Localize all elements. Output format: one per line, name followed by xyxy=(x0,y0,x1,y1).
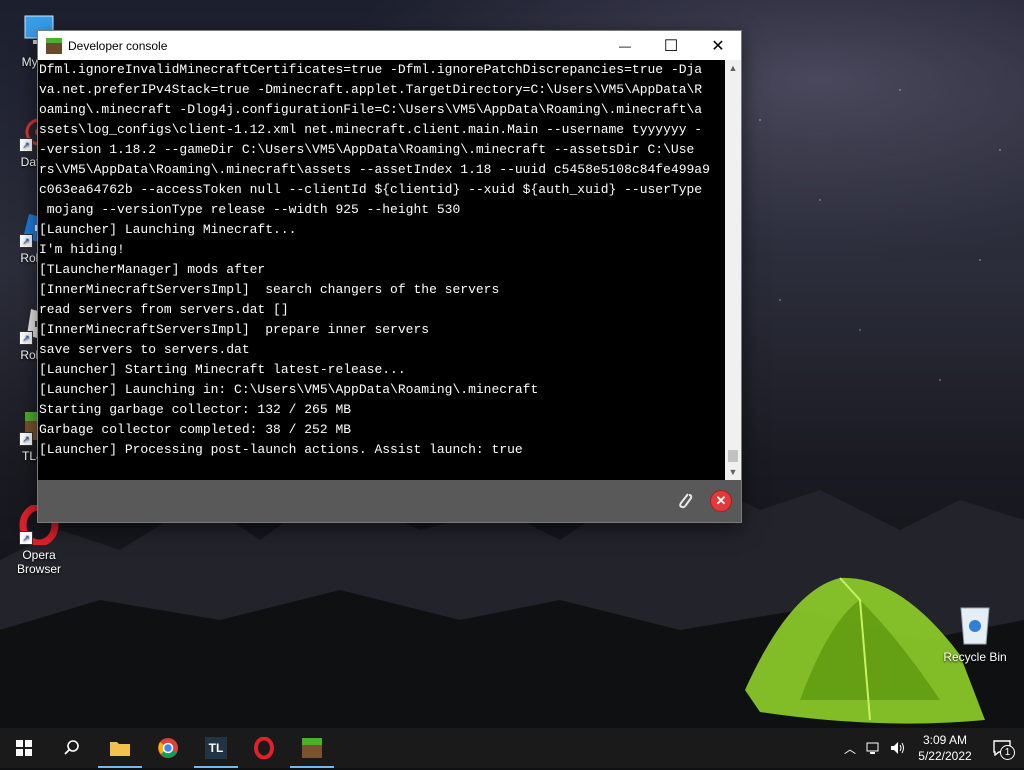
console-line: [Launcher] Starting Minecraft latest-rel… xyxy=(39,362,406,377)
shortcut-arrow-icon: ↗ xyxy=(19,234,33,248)
shortcut-arrow-icon: ↗ xyxy=(19,531,33,545)
taskbar-clock[interactable]: 3:09 AM 5/22/2022 xyxy=(910,732,980,764)
recycle-bin-label: Recycle Bin xyxy=(943,650,1007,664)
taskbar-opera[interactable] xyxy=(240,728,288,768)
clock-time: 3:09 AM xyxy=(922,733,968,747)
console-line: [TLauncherManager] mods after xyxy=(39,262,266,277)
shortcut-arrow-icon: ↗ xyxy=(19,331,33,345)
system-tray: ︿ 3:09 AM 5/22/2022 1 xyxy=(838,728,1024,768)
taskbar-tlauncher[interactable]: TL xyxy=(192,728,240,768)
maximize-button[interactable]: ☐ xyxy=(648,31,694,60)
console-line: va.net.preferIPv4Stack=true -Dminecraft.… xyxy=(39,82,703,97)
minecraft-grass-block-icon xyxy=(46,37,62,54)
close-button[interactable]: ✕ xyxy=(695,31,741,60)
search-icon xyxy=(64,740,79,755)
close-circle-icon: ✕ xyxy=(715,493,727,508)
start-button[interactable] xyxy=(0,728,48,768)
developer-console-window[interactable]: Developer console — ☐ ✕ Dfml.ignoreInval… xyxy=(38,31,741,522)
console-line: Garbage collector completed: 38 / 252 MB xyxy=(39,422,352,437)
minecraft-grass-block-icon xyxy=(302,738,322,758)
speaker-icon xyxy=(891,742,904,754)
volume-button[interactable] xyxy=(886,728,910,768)
desktop-icon-recycle-bin[interactable]: Recycle Bin xyxy=(940,602,1010,664)
taskbar: TL ︿ 3:09 AM 5/22/2022 1 xyxy=(0,728,1024,768)
console-line: -version 1.18.2 --gameDir C:\Users\VM5\A… xyxy=(39,142,695,157)
console-line: oaming\.minecraft -Dlog4j.configurationF… xyxy=(39,102,703,117)
close-console-button[interactable]: ✕ xyxy=(710,490,732,512)
close-icon: ✕ xyxy=(711,37,725,55)
scroll-down-arrow-icon[interactable]: ▼ xyxy=(725,464,741,480)
minimize-button[interactable]: — xyxy=(602,31,648,60)
window-title: Developer console xyxy=(68,38,168,53)
action-center-button[interactable]: 1 xyxy=(980,728,1024,768)
search-button[interactable] xyxy=(48,728,96,768)
chevron-up-icon: ︿ xyxy=(843,741,856,756)
folder-icon xyxy=(110,742,130,756)
scrollbar-thumb[interactable] xyxy=(728,450,738,462)
maximize-icon: ☐ xyxy=(663,37,679,55)
recycle-bin-icon xyxy=(955,602,995,646)
shortcut-arrow-icon: ↗ xyxy=(19,432,33,446)
opera-icon xyxy=(254,737,274,759)
console-output[interactable]: Dfml.ignoreInvalidMinecraftCertificates=… xyxy=(38,60,725,480)
taskbar-chrome[interactable] xyxy=(144,728,192,768)
clock-date: 5/22/2022 xyxy=(918,749,972,763)
console-line: [InnerMinecraftServersImpl] prepare inne… xyxy=(39,322,430,337)
console-scrollbar[interactable]: ▲ ▼ xyxy=(725,60,741,480)
console-line: I'm hiding! xyxy=(39,242,125,257)
console-line: [Launcher] Processing post-launch action… xyxy=(39,442,523,457)
console-line: [Launcher] Launching Minecraft... xyxy=(39,222,297,237)
show-hidden-icons-button[interactable]: ︿ xyxy=(838,728,862,768)
taskbar-minecraft[interactable] xyxy=(288,728,336,768)
chrome-icon xyxy=(158,738,178,758)
network-button[interactable] xyxy=(862,728,886,768)
console-line: [InnerMinecraftServersImpl] search chang… xyxy=(39,282,500,297)
scroll-up-arrow-icon[interactable]: ▲ xyxy=(725,60,741,76)
console-line: rs\VM5\AppData\Roaming\.minecraft\assets… xyxy=(39,162,710,177)
console-line: Dfml.ignoreInvalidMinecraftCertificates=… xyxy=(39,62,703,77)
windows-logo-icon xyxy=(16,740,32,756)
desktop-icon-label: Opera Browser xyxy=(16,548,61,576)
minimize-icon: — xyxy=(619,38,631,53)
console-line: c063ea64762b --accessToken null --client… xyxy=(39,182,703,197)
paperclip-icon[interactable] xyxy=(674,490,696,512)
console-line: Starting garbage collector: 132 / 265 MB xyxy=(39,402,352,417)
console-line: read servers from servers.dat [] xyxy=(39,302,289,317)
window-titlebar[interactable]: Developer console — ☐ ✕ xyxy=(38,31,741,60)
shortcut-arrow-icon: ↗ xyxy=(19,138,33,152)
console-toolbar: ✕ xyxy=(38,480,741,522)
console-line: ssets\log_configs\client-1.12.xml net.mi… xyxy=(39,122,703,137)
console-line: [Launcher] Launching in: C:\Users\VM5\Ap… xyxy=(39,382,539,397)
console-line: save servers to servers.dat xyxy=(39,342,250,357)
network-icon xyxy=(866,742,879,754)
notification-count-badge: 1 xyxy=(1000,745,1015,760)
console-line: mojang --versionType release --width 925… xyxy=(39,202,461,217)
taskbar-file-explorer[interactable] xyxy=(96,728,144,768)
tlauncher-icon: TL xyxy=(205,737,227,759)
